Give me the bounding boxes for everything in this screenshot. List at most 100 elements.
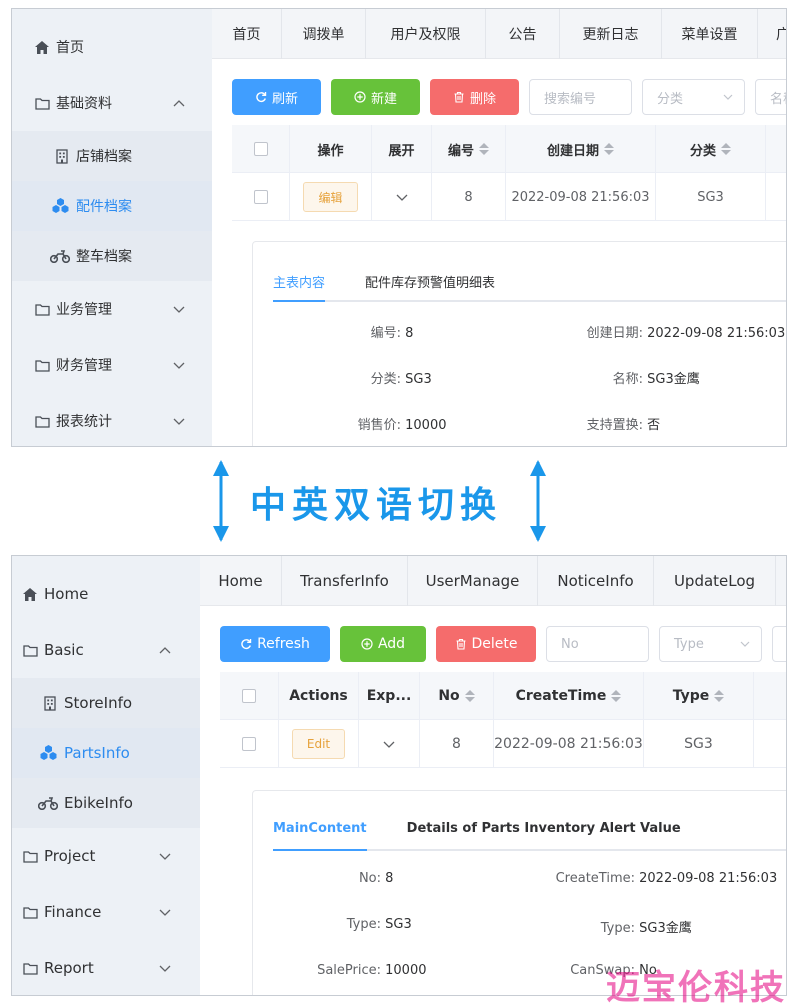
delete-label: Delete — [471, 636, 518, 652]
tab-inventory-alert-details[interactable]: Details of Parts Inventory Alert Value — [407, 819, 681, 851]
sort-icon — [464, 690, 475, 702]
header-create-time-label: CreateTime — [515, 688, 607, 704]
header-type[interactable]: Type — [644, 672, 754, 720]
sidebar-item-project[interactable]: 业务管理 — [12, 284, 212, 334]
tab-bar: Home TransferInfo UserManage NoticeInfo … — [200, 556, 786, 606]
tab-inventory-alert-details[interactable]: 配件库存预警值明细表 — [365, 270, 495, 302]
header-create-time[interactable]: 创建日期 — [506, 125, 656, 173]
header-actions: Actions — [279, 672, 359, 720]
tab-main-content[interactable]: MainContent — [273, 819, 367, 851]
double-arrow-icon — [213, 460, 229, 542]
sort-icon — [604, 143, 614, 155]
expanded-detail-panel: 主表内容 配件库存预警值明细表 编号: 8 创建日期: 2022-09-08 2… — [252, 241, 786, 446]
field-label: No: — [358, 871, 381, 886]
header-type[interactable]: 分类 — [656, 125, 766, 173]
field-label: Type: — [600, 921, 635, 936]
type-select[interactable]: 分类 — [642, 79, 745, 115]
sidebar-item-basic[interactable]: Basic — [12, 625, 200, 675]
search-input[interactable]: No — [546, 626, 649, 662]
edit-button[interactable]: 编辑 — [303, 182, 358, 212]
field-value: 10000 — [405, 418, 447, 433]
sidebar-item-label: 基础资料 — [56, 96, 112, 112]
select-all-checkbox[interactable] — [242, 689, 256, 703]
search-input[interactable]: 搜索编号 — [529, 79, 632, 115]
add-label: Add — [377, 636, 406, 652]
edit-button[interactable]: Edit — [291, 729, 346, 759]
folder-icon — [34, 413, 50, 429]
field-name: 名称: SG3金鹰 — [543, 368, 700, 387]
refresh-button[interactable]: 刷新 — [232, 79, 321, 115]
watermark-logo: 迈宝伦科技 — [606, 968, 786, 1004]
tab-update-log[interactable]: 更新日志 — [560, 9, 662, 59]
header-no[interactable]: No — [420, 672, 494, 720]
sidebar-item-label: Basic — [44, 641, 84, 659]
header-actions: 操作 — [290, 125, 372, 173]
sidebar-item-label: 首页 — [56, 40, 84, 56]
tab-main-content[interactable]: 主表内容 — [273, 270, 326, 302]
tab-transfer-info[interactable]: TransferInfo — [282, 556, 408, 606]
sidebar-item-home[interactable]: Home — [12, 569, 200, 619]
type-select[interactable]: Type — [659, 626, 762, 662]
expand-chevron-icon[interactable] — [395, 190, 409, 204]
folder-icon — [34, 301, 50, 317]
tab-notice[interactable]: 公告 — [486, 9, 560, 59]
sidebar-item-finance[interactable]: 财务管理 — [12, 340, 212, 390]
tab-update-log[interactable]: UpdateLog — [654, 556, 776, 606]
folder-icon — [22, 642, 38, 658]
header-create-time[interactable]: CreateTime — [494, 672, 644, 720]
chevron-down-icon — [173, 362, 185, 369]
tab-transfer[interactable]: 调拨单 — [282, 9, 366, 59]
row-select-cell — [220, 720, 279, 768]
tab-user-manage[interactable]: 用户及权限 — [366, 9, 486, 59]
chevron-up-icon — [173, 100, 185, 107]
sidebar-item-ebike-info[interactable]: 整车档案 — [12, 231, 212, 281]
sidebar-item-parts-info[interactable]: PartsInfo — [12, 728, 200, 778]
tab-notice-info[interactable]: NoticeInfo — [538, 556, 654, 606]
field-label: SalePrice: — [317, 963, 381, 978]
delete-button[interactable]: Delete — [436, 626, 536, 662]
delete-label: 删除 — [469, 91, 496, 107]
sidebar-item-store-info[interactable]: StoreInfo — [12, 678, 200, 728]
tab-more[interactable]: 广 — [758, 9, 786, 59]
field-label: 分类: — [370, 372, 401, 387]
sidebar-item-store-info[interactable]: 店铺档案 — [12, 131, 212, 181]
folder-icon — [22, 960, 38, 976]
sidebar-item-finance[interactable]: Finance — [12, 887, 200, 937]
name-input[interactable] — [772, 626, 786, 662]
sidebar-item-label: 业务管理 — [56, 302, 112, 318]
sidebar-item-project[interactable]: Project — [12, 831, 200, 881]
field-label: 名称: — [612, 372, 643, 387]
add-button[interactable]: 新建 — [331, 79, 420, 115]
select-all-checkbox[interactable] — [253, 142, 268, 156]
field-label: 支持置换: — [586, 418, 643, 433]
table-header-row: 操作 展开 编号 创建日期 分类 — [232, 125, 786, 173]
field-value: 2022-09-08 21:56:03 — [639, 871, 778, 886]
tab-user-manage[interactable]: UserManage — [408, 556, 538, 606]
sidebar-item-report[interactable]: Report — [12, 943, 200, 993]
building-icon — [42, 695, 58, 711]
row-checkbox[interactable] — [253, 190, 268, 204]
chevron-down-icon — [159, 909, 171, 916]
header-no[interactable]: 编号 — [432, 125, 506, 173]
add-button[interactable]: Add — [340, 626, 426, 662]
name-input[interactable]: 名称 — [755, 79, 786, 115]
tab-menu-settings[interactable]: 菜单设置 — [662, 9, 758, 59]
chevron-down-icon — [159, 965, 171, 972]
select-all-cell — [220, 672, 279, 720]
sidebar-item-home[interactable]: 首页 — [12, 22, 212, 72]
sidebar-item-label: 整车档案 — [76, 249, 132, 265]
delete-button[interactable]: 删除 — [430, 79, 519, 115]
sidebar-item-label: StoreInfo — [64, 694, 133, 712]
field-value: 8 — [405, 326, 414, 341]
sidebar-item-parts-info[interactable]: 配件档案 — [12, 181, 212, 231]
sidebar-item-basic[interactable]: 基础资料 — [12, 78, 212, 128]
expand-chevron-icon[interactable] — [382, 737, 396, 751]
row-checkbox[interactable] — [242, 737, 256, 751]
cell-create-time: 2022-09-08 21:56:03 — [506, 173, 656, 221]
refresh-button[interactable]: Refresh — [220, 626, 330, 662]
sidebar-item-ebike-info[interactable]: EbikeInfo — [12, 778, 200, 828]
tab-home[interactable]: 首页 — [212, 9, 282, 59]
tab-home[interactable]: Home — [200, 556, 282, 606]
sidebar-item-report[interactable]: 报表统计 — [12, 396, 212, 446]
table-row: 编辑 8 2022-09-08 21:56:03 SG3 — [232, 173, 786, 221]
